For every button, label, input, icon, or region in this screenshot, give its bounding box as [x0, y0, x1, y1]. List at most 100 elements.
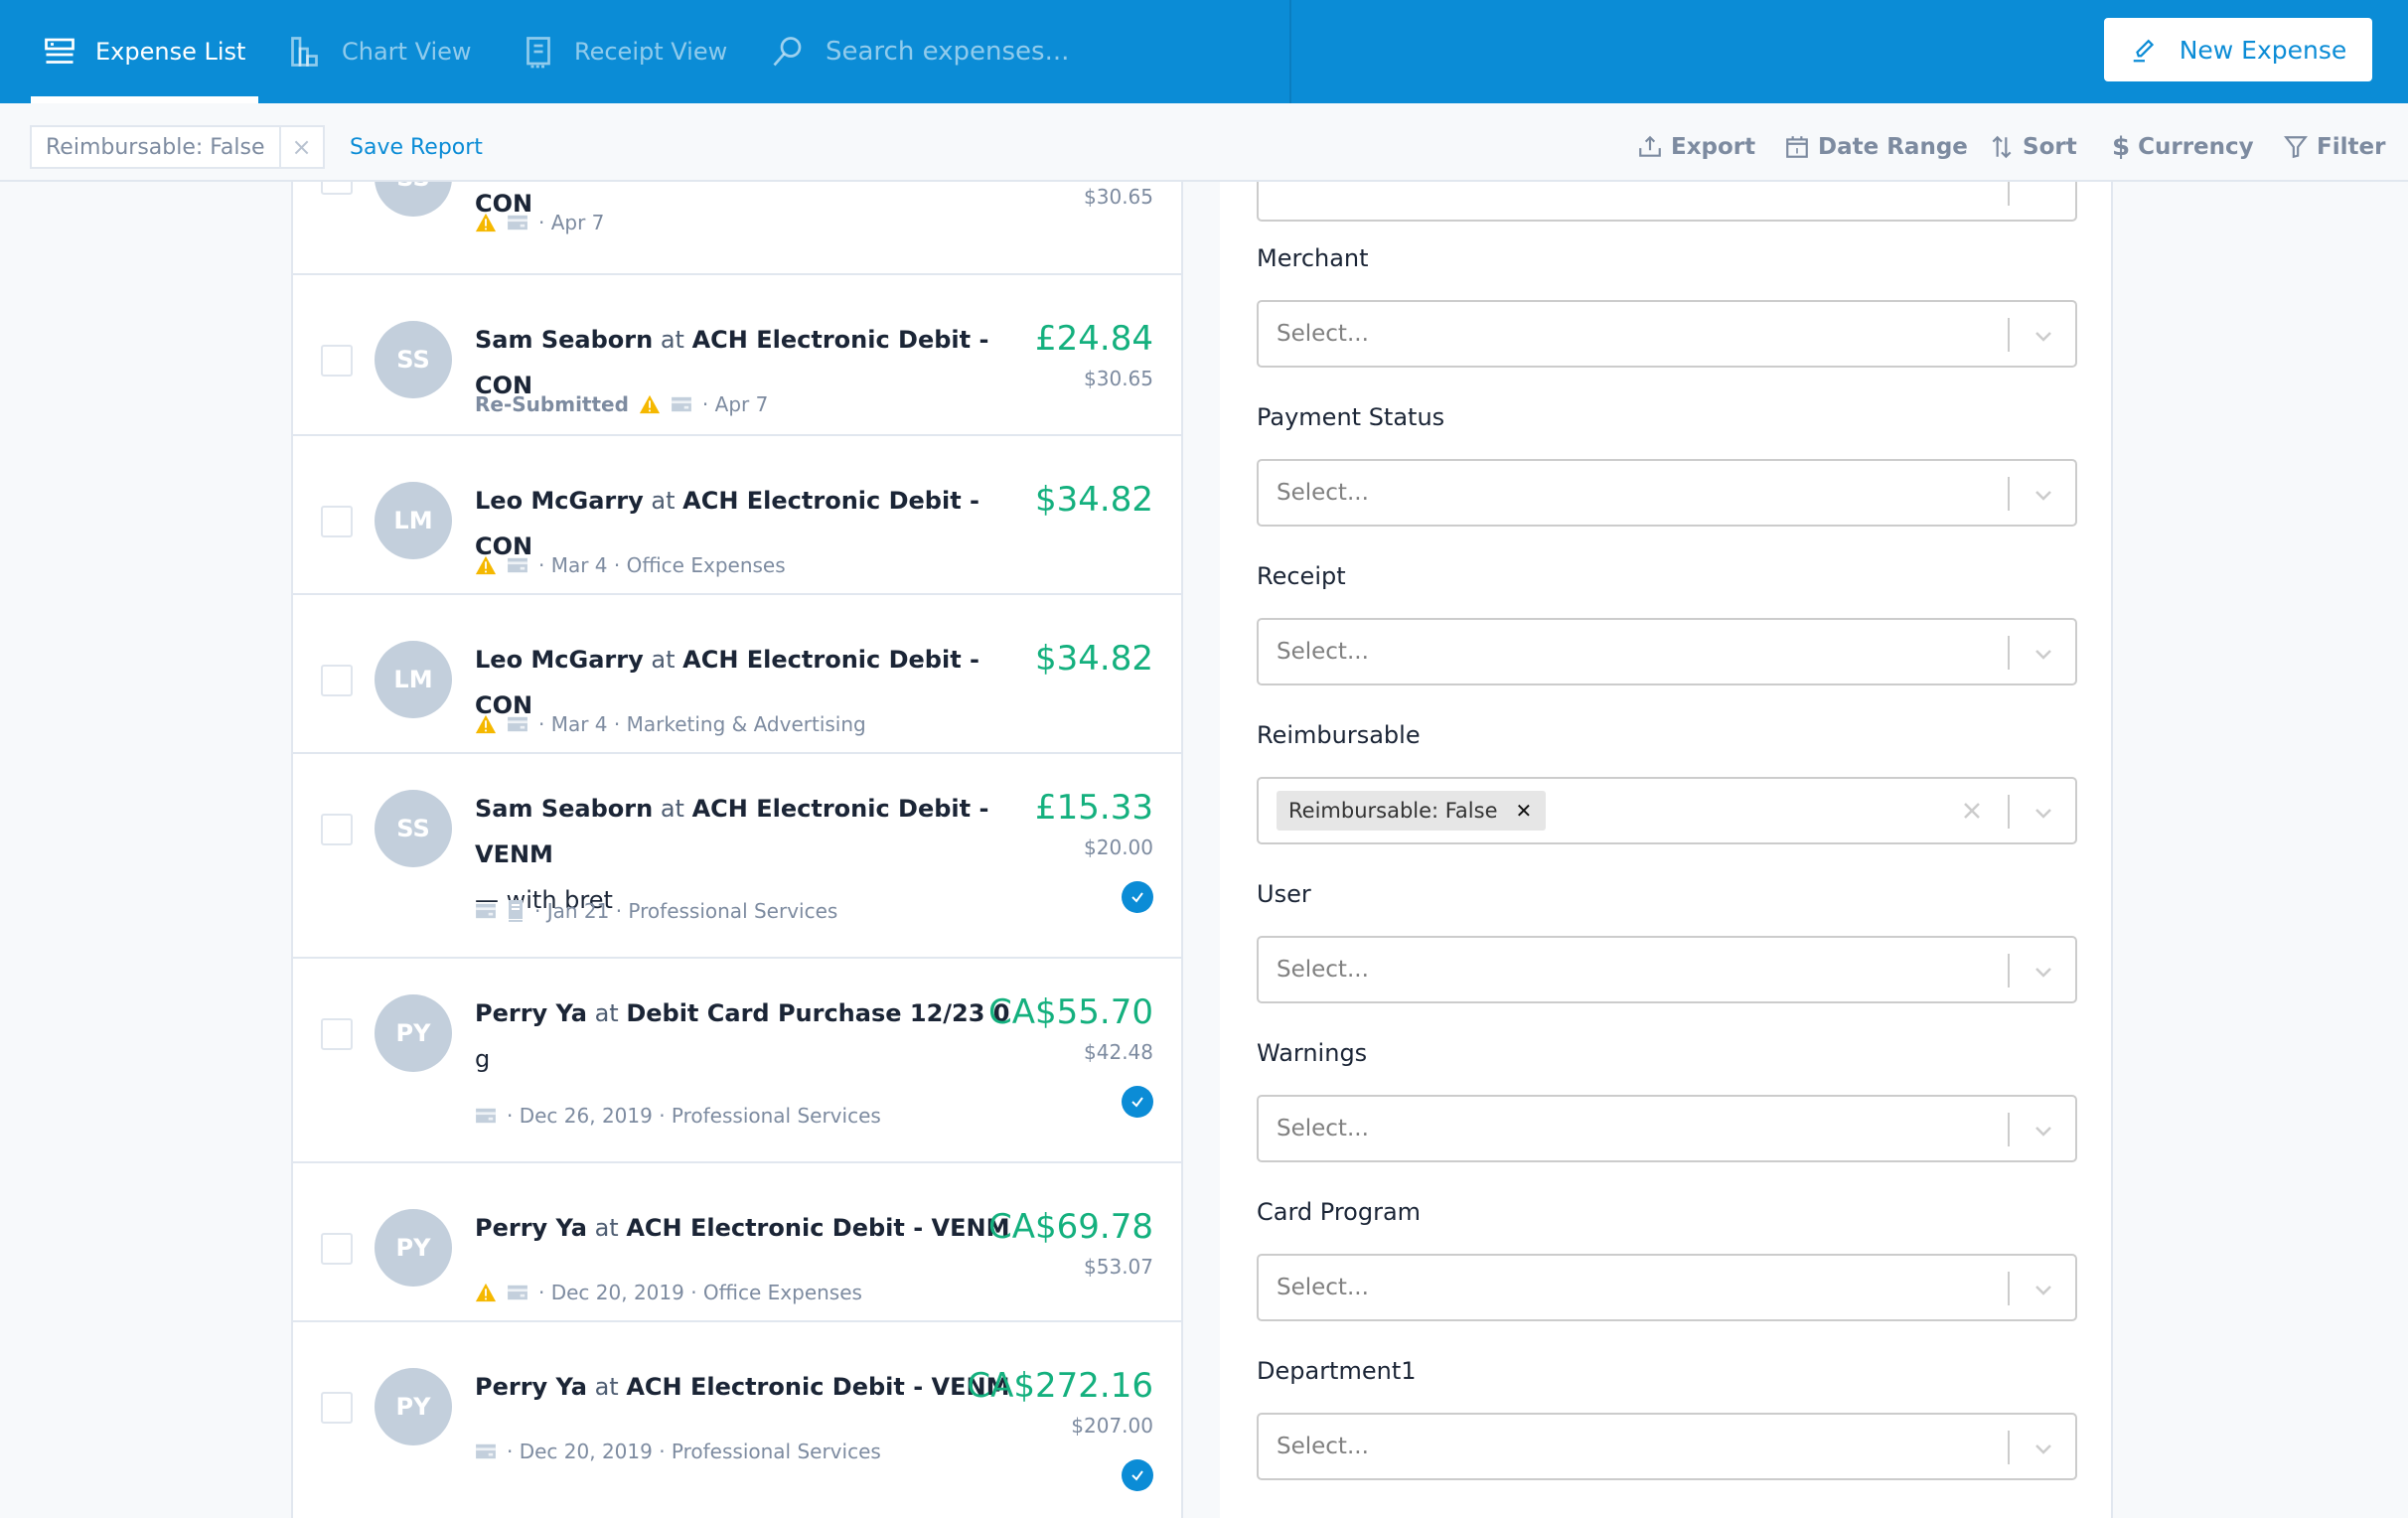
approved-badge [1122, 1086, 1153, 1118]
avatar: PY [375, 1368, 452, 1445]
active-filter-chip: Reimbursable: False × [30, 125, 325, 169]
remove-filter-icon[interactable]: × [281, 127, 323, 167]
filter-select[interactable]: Select... [1257, 618, 2077, 685]
user-name: Leo McGarry [475, 487, 644, 515]
expense-meta: · Mar 4 · Office Expenses [475, 553, 786, 577]
card-icon [672, 396, 691, 412]
filter-group-receipt: Receipt Select... [1257, 562, 2077, 685]
card-icon [508, 716, 527, 732]
row-checkbox[interactable] [321, 665, 353, 696]
expense-date-category: · Mar 4 · Office Expenses [538, 553, 786, 577]
filter-label: Warnings [1257, 1039, 1368, 1067]
approved-badge [1122, 881, 1153, 913]
filter-label: User [1257, 880, 1311, 908]
tab-receipt-view[interactable]: Receipt View [521, 0, 727, 103]
expense-row[interactable]: PY Perry Ya at Debit Card Purchase 12/23… [293, 959, 1181, 1163]
currency-label: Currency [2138, 134, 2254, 160]
tab-expense-list[interactable]: Expense List [31, 0, 259, 103]
calendar-icon [1786, 136, 1808, 158]
expense-date-category: · Dec 20, 2019 · Office Expenses [538, 1281, 862, 1304]
check-icon [1131, 892, 1143, 903]
currency-button[interactable]: $ Currency [2112, 125, 2254, 169]
filter-select[interactable]: Reimbursable: False ✕ [1257, 777, 2077, 844]
filter-select[interactable]: Select... [1257, 459, 2077, 527]
filter-select[interactable]: Select... [1257, 936, 2077, 1003]
expense-date-category: · Dec 26, 2019 · Professional Services [507, 1104, 881, 1128]
export-button[interactable]: Export [1637, 125, 1755, 169]
card-icon [508, 215, 527, 230]
warning-icon [639, 394, 661, 414]
expense-row[interactable]: SS Sam Seaborn at ACH Electronic Debit -… [293, 754, 1181, 959]
select-divider [2008, 1113, 2010, 1146]
filter-label: Merchant [1257, 244, 1369, 272]
new-expense-button[interactable]: New Expense [2104, 18, 2372, 81]
row-checkbox[interactable] [321, 1233, 353, 1265]
chevron-down-icon [2035, 332, 2051, 342]
check-icon [1131, 1470, 1143, 1481]
converted-amount: $30.65 [1084, 367, 1153, 390]
filter-label: Filter [2317, 134, 2386, 160]
filter-group-partial [1257, 182, 2077, 222]
expense-row[interactable]: SS Sam Seaborn at ACH Electronic Debit -… [293, 275, 1181, 436]
expense-title: Perry Ya at ACH Electronic Debit - VENM [475, 1205, 1031, 1251]
date-range-button[interactable]: Date Range [1784, 125, 1968, 169]
expense-extra: g [475, 1045, 491, 1073]
expense-date-category: · Mar 4 · Marketing & Advertising [538, 712, 866, 736]
new-expense-label: New Expense [2179, 35, 2347, 65]
tab-label: Expense List [95, 38, 246, 66]
row-checkbox[interactable] [321, 1392, 353, 1424]
filter-select[interactable]: Select... [1257, 300, 2077, 368]
selected-value-tag: Reimbursable: False ✕ [1277, 791, 1547, 831]
select-divider [2008, 477, 2010, 511]
expense-row[interactable]: LM Leo McGarry at ACH Electronic Debit -… [293, 595, 1181, 754]
select-placeholder: Select... [1277, 1116, 1369, 1141]
row-checkbox[interactable] [321, 506, 353, 537]
row-checkbox[interactable] [321, 345, 353, 377]
expense-row[interactable]: PY Perry Ya at ACH Electronic Debit - VE… [293, 1322, 1181, 1518]
row-checkbox[interactable] [321, 814, 353, 845]
sort-icon [1992, 135, 2012, 159]
filter-label: Reimbursable [1257, 721, 1421, 749]
expense-meta: · Mar 4 · Marketing & Advertising [475, 712, 866, 736]
expense-row[interactable]: SS Sam Seaborn at ACH Electronic Debit -… [293, 182, 1181, 275]
filter-select[interactable]: Select... [1257, 1095, 2077, 1162]
warning-icon [475, 1283, 497, 1302]
filter-select-partial[interactable] [1257, 182, 2077, 222]
search-icon [773, 37, 802, 67]
remove-value-icon[interactable]: ✕ [1516, 799, 1533, 823]
converted-amount: $42.48 [1084, 1040, 1153, 1064]
tab-chart-view[interactable]: Chart View [288, 0, 472, 103]
filter-group-department1: Department1 Select... [1257, 1357, 2077, 1480]
row-checkbox[interactable] [321, 1018, 353, 1050]
sort-button[interactable]: Sort [1989, 125, 2077, 169]
card-icon [476, 903, 496, 919]
warning-icon [475, 213, 497, 232]
active-filter-label[interactable]: Reimbursable: False [32, 127, 281, 167]
expense-row[interactable]: LM Leo McGarry at ACH Electronic Debit -… [293, 436, 1181, 595]
filter-label: Payment Status [1257, 403, 1445, 431]
expense-amount: $34.82 [1035, 639, 1153, 679]
select-placeholder: Select... [1277, 639, 1369, 665]
filter-select[interactable]: Select... [1257, 1254, 2077, 1321]
chevron-down-icon [2035, 1127, 2051, 1137]
chevron-down-icon [2035, 809, 2051, 819]
approved-badge [1122, 1459, 1153, 1491]
receipt-icon [509, 900, 523, 922]
at-label: at [651, 646, 676, 674]
filter-button[interactable]: Filter [2283, 125, 2385, 169]
filter-select[interactable]: Select... [1257, 1413, 2077, 1480]
check-icon [1131, 1097, 1143, 1108]
merchant-name: ACH Electronic Debit - VENM [626, 1214, 1010, 1242]
row-checkbox[interactable] [321, 182, 353, 195]
search-input[interactable] [826, 37, 1263, 67]
avatar: SS [375, 182, 452, 217]
clear-selection-icon[interactable] [1960, 799, 1984, 823]
expense-meta: · Apr 7 [475, 211, 604, 234]
avatar: SS [375, 321, 452, 398]
expense-row[interactable]: PY Perry Ya at ACH Electronic Debit - VE… [293, 1163, 1181, 1322]
filter-label: Card Program [1257, 1198, 1422, 1226]
avatar: SS [375, 790, 452, 867]
user-name: Perry Ya [475, 1373, 587, 1401]
save-report-link[interactable]: Save Report [350, 125, 483, 169]
card-icon [508, 557, 527, 573]
